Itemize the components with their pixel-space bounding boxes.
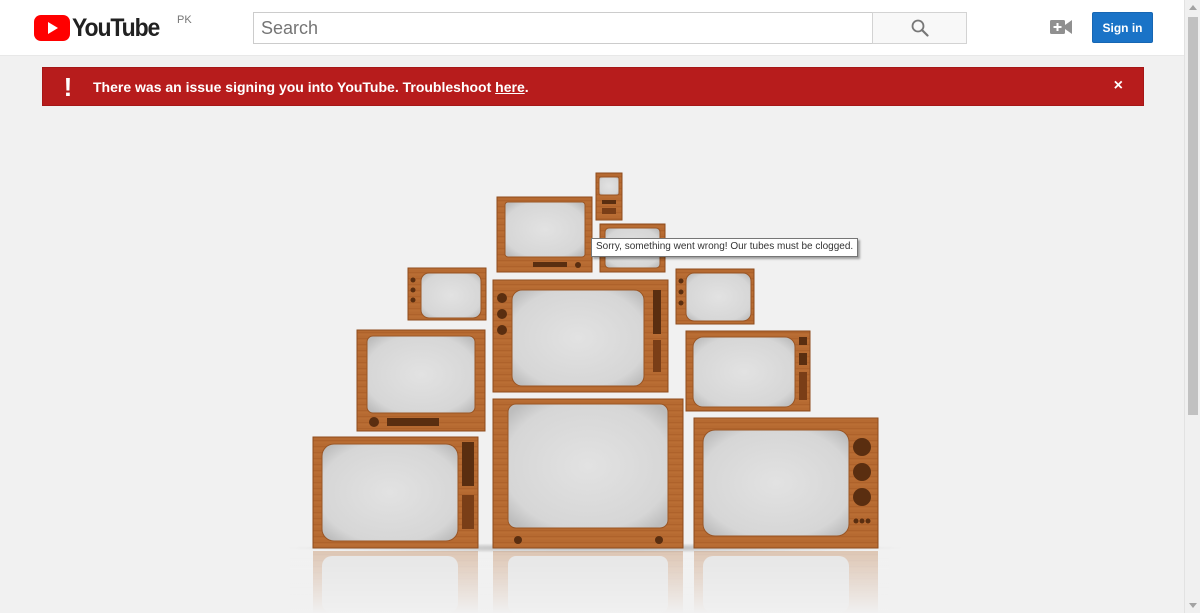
scroll-down-icon[interactable] [1189, 603, 1197, 608]
tv-reflection [290, 549, 900, 613]
error-tooltip: Sorry, something went wrong! Our tubes m… [591, 238, 859, 257]
tv-middle-left [356, 329, 486, 432]
tv-upper-left [407, 267, 487, 321]
scroll-up-icon[interactable] [1189, 5, 1197, 10]
scrollbar-thumb[interactable] [1188, 17, 1198, 415]
page-scrollbar[interactable] [1184, 0, 1200, 613]
tv-middle-right [685, 330, 811, 412]
tv-top-tiny [595, 172, 623, 221]
tv-bottom-right [693, 417, 879, 549]
tv-bottom-left [312, 436, 479, 549]
tv-top-main [496, 196, 593, 273]
tv-middle-center [492, 279, 669, 393]
tv-upper-right [675, 268, 755, 325]
error-tv-pile-illustration [285, 172, 905, 613]
tv-bottom-center [492, 398, 684, 549]
